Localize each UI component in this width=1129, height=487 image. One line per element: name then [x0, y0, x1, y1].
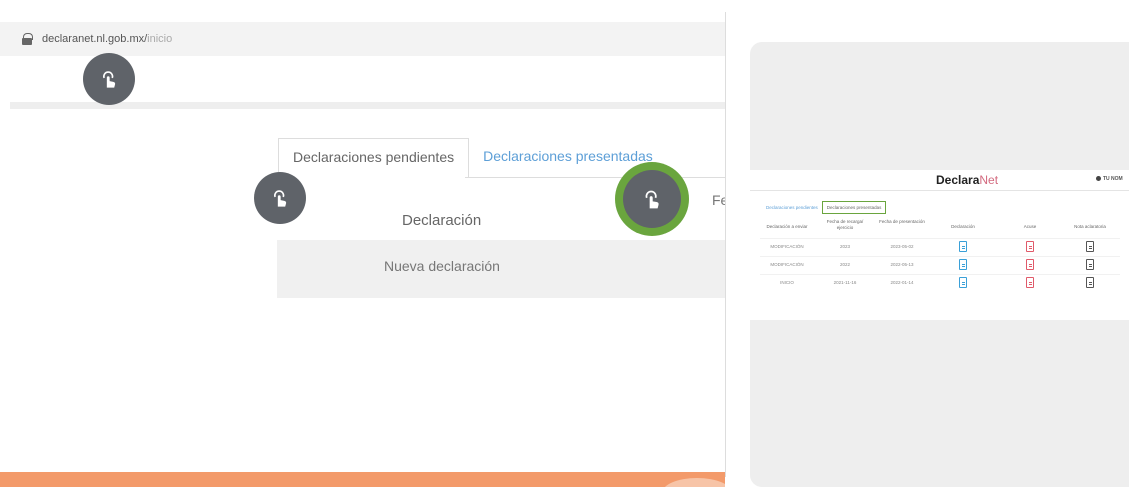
document-icon[interactable] — [1026, 277, 1034, 288]
table-row: MODIFICACIÓN 2022 2022-05-13 — [760, 256, 1120, 272]
col-fecha-ejercicio: Fecha de recarga/ ejercicio — [826, 219, 864, 230]
cell-tipo: INICIO — [780, 280, 794, 285]
tab-underline — [465, 177, 725, 178]
cell-tipo: MODIFICACIÓN — [770, 244, 804, 249]
tap-gesture-icon — [254, 172, 306, 224]
cell-presentacion: 2023-05-02 — [890, 244, 914, 249]
tab-declaraciones-pendientes[interactable]: Declaraciones pendientes — [278, 138, 470, 178]
col-fecha-presentacion: Fecha de presentación — [879, 219, 925, 224]
row-label: Nueva declaración — [384, 258, 500, 274]
preview-header: DeclaraNet TU NOM — [750, 170, 1129, 191]
table-row: INICIO 2021-11-16 2022-01-14 — [760, 274, 1120, 290]
preview-tab-pendientes[interactable]: Declaraciones pendientes — [762, 202, 822, 213]
col-acuse: Acuse — [1023, 224, 1037, 229]
cell-ejercicio: 2021-11-16 — [833, 280, 857, 285]
footer-bar — [0, 472, 725, 487]
preview-panel: DeclaraNet TU NOM Declaraciones pendient… — [750, 42, 1129, 487]
address-bar[interactable]: declaranet.nl.gob.mx/inicio — [0, 22, 725, 56]
tap-gesture-icon — [83, 53, 135, 105]
col-nota-aclaratoria: Nota aclaratoria — [1074, 224, 1106, 229]
document-icon[interactable] — [1026, 241, 1034, 252]
user-menu[interactable]: TU NOM — [1096, 176, 1123, 182]
col-declaracion-a-enviar: Declaración a enviar — [766, 224, 808, 229]
preview-tab-presentadas[interactable]: Declaraciones presentadas — [821, 201, 887, 214]
document-icon[interactable] — [1086, 277, 1094, 288]
column-header-fecha-partial: Fe — [712, 192, 725, 208]
lock-icon — [22, 33, 33, 45]
panel-separator — [725, 12, 726, 477]
url-text[interactable]: declaranet.nl.gob.mx/inicio — [42, 33, 172, 45]
document-icon[interactable] — [959, 277, 967, 288]
document-icon[interactable] — [1086, 241, 1094, 252]
document-icon[interactable] — [959, 241, 967, 252]
table-row-nueva-declaracion[interactable]: Nueva declaración — [277, 240, 725, 298]
tap-gesture-highlighted-icon — [615, 162, 689, 236]
cell-ejercicio: 2022 — [839, 262, 850, 267]
preview-tab-bar: Declaraciones pendientes Declaraciones p… — [762, 201, 887, 214]
table-row: MODIFICACIÓN 2023 2023-05-02 — [760, 238, 1120, 254]
cell-ejercicio: 2023 — [839, 244, 850, 249]
tab-bar: Declaraciones pendientes Declaraciones p… — [278, 138, 667, 178]
document-icon[interactable] — [1086, 259, 1094, 270]
column-header-declaracion: Declaración — [402, 212, 482, 229]
declaranet-preview-card: DeclaraNet TU NOM Declaraciones pendient… — [750, 170, 1129, 320]
document-icon[interactable] — [1026, 259, 1034, 270]
preview-table-header: Declaración a enviar Fecha de recarga/ e… — [760, 219, 1120, 237]
document-icon[interactable] — [959, 259, 967, 270]
declaranet-logo: DeclaraNet — [936, 173, 999, 187]
cell-presentacion: 2022-01-14 — [890, 280, 914, 285]
col-declaracion: Declaración — [951, 224, 975, 229]
cell-presentacion: 2022-05-13 — [890, 262, 914, 267]
cell-tipo: MODIFICACIÓN — [770, 262, 804, 267]
browser-view: declaranet.nl.gob.mx/inicio Declaracione… — [0, 0, 725, 487]
